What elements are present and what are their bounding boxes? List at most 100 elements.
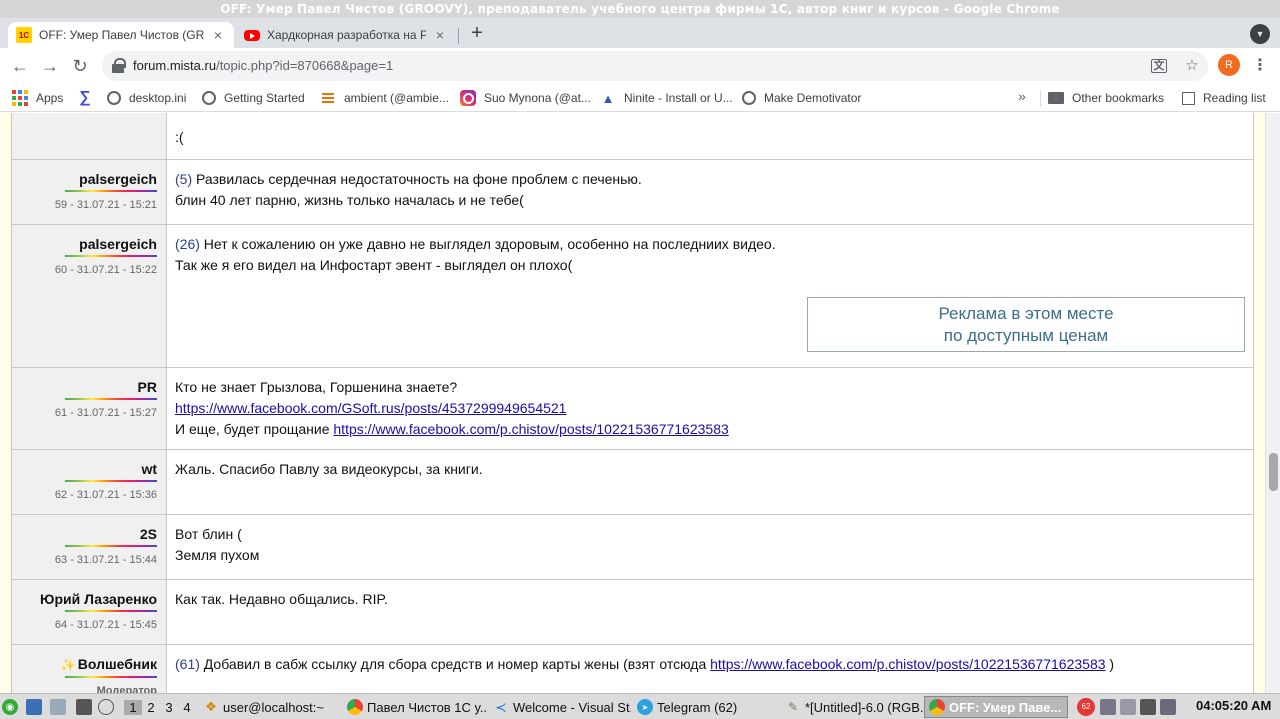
1c-icon: 1C [16, 27, 32, 43]
tab-forum[interactable]: 1C OFF: Умер Павел Чистов (GROOVY) × [8, 22, 234, 48]
menu-lines-icon [320, 90, 336, 106]
back-button[interactable]: ← [8, 54, 32, 78]
close-icon[interactable]: × [432, 27, 448, 43]
taskbar-window-vscode[interactable]: ≺ Welcome - Visual St... [488, 696, 632, 718]
bookmark-suo-mynona[interactable]: Suo Mynona (@at... [460, 88, 591, 108]
forward-button[interactable]: → [38, 54, 62, 78]
post-meta[interactable]: 62 - 31.07.21 - 15:36 [12, 489, 157, 501]
post-meta[interactable]: 64 - 31.07.21 - 15:45 [12, 619, 157, 631]
reload-button[interactable]: ↻ [68, 54, 92, 78]
url-text[interactable]: forum.mista.ru/topic.php?id=870668&page=… [133, 58, 393, 73]
taskbar-window-gimp[interactable]: ✎ *[Untitled]-6.0 (RGB... [780, 696, 924, 718]
post: wt 62 - 31.07.21 - 15:36 Жаль. Спасибо П… [12, 450, 1253, 515]
author-nick[interactable]: 2S [12, 524, 157, 544]
post-line: Нет к сожалению он уже давно не выглядел… [203, 236, 776, 252]
rank-bar [65, 480, 157, 482]
chevron-more-icon[interactable]: » [1018, 88, 1026, 104]
workspace-1[interactable]: 1 [124, 699, 142, 715]
facebook-link[interactable]: https://www.facebook.com/p.chistov/posts… [710, 656, 1105, 672]
ad-banner[interactable]: Реклама в этом месте по доступным ценам [807, 297, 1245, 352]
page-scrollbar[interactable] [1265, 113, 1280, 693]
tab-label: OFF: Умер Павел Чистов (GROOVY) [39, 28, 204, 42]
apps-grid-icon [12, 90, 28, 106]
lock-icon[interactable] [112, 58, 126, 74]
post-line: Добавил в сабж ссылку для сбора средств … [203, 656, 711, 672]
translate-icon[interactable]: 文 [1151, 59, 1167, 73]
start-menu-button[interactable]: ◉ [2, 696, 22, 718]
file-manager-button[interactable] [50, 696, 70, 718]
post-body: (26) Нет к сожалению он уже давно не выг… [167, 225, 1253, 367]
ad-line: по доступным ценам [943, 326, 1109, 345]
facebook-link[interactable]: https://www.facebook.com/p.chistov/posts… [333, 421, 728, 437]
sum-icon: ∑ [79, 89, 91, 106]
address-bar[interactable]: forum.mista.ru/topic.php?id=870668&page=… [102, 51, 1208, 81]
network-icon[interactable] [1100, 699, 1116, 715]
tab-label: Хардкорная разработка на PHP [267, 28, 426, 42]
kebab-menu-icon[interactable]: ⋮ [1252, 54, 1268, 78]
globe-icon [202, 91, 216, 105]
launcher-button[interactable] [98, 696, 118, 718]
author-nick[interactable]: palsergeich [12, 169, 157, 189]
rank-bar [65, 398, 157, 400]
post-line: блин 40 лет парню, жизнь только началась… [175, 192, 524, 208]
workspace-3[interactable]: 3 [160, 700, 178, 715]
volume-icon[interactable] [1140, 699, 1156, 715]
post-author: PR 61 - 31.07.21 - 15:27 [12, 368, 167, 449]
bookmark-ninite[interactable]: ▲ Ninite - Install or U... [600, 88, 733, 108]
other-bookmarks[interactable]: Other bookmarks [1048, 88, 1164, 108]
ad-line: Реклама в этом месте [938, 304, 1114, 323]
post-reference-link[interactable]: (5) [175, 171, 192, 187]
post-meta[interactable]: 63 - 31.07.21 - 15:44 [12, 554, 157, 566]
taskbar-window-chrome-active[interactable]: OFF: Умер Паве... [924, 696, 1068, 718]
taskbar-window-terminal[interactable]: ❖ user@localhost:~ [198, 696, 340, 718]
bookmark-apps[interactable]: Apps [12, 88, 63, 108]
post-meta[interactable]: 59 - 31.07.21 - 15:21 [12, 199, 157, 211]
post-meta[interactable]: 61 - 31.07.21 - 15:27 [12, 407, 157, 419]
star-icon[interactable]: ☆ [1182, 56, 1202, 76]
post-reference-link[interactable]: (61) [175, 656, 200, 672]
post-body: :( [167, 113, 1253, 159]
post-body: Жаль. Спасибо Павлу за видеокурсы, за кн… [167, 450, 1253, 514]
author-nick[interactable]: PR [12, 377, 157, 397]
reading-list-icon [1182, 91, 1195, 105]
post-line: Вот блин ( [175, 526, 242, 542]
post-author: Волшебник Модератор [12, 645, 167, 693]
author-nick[interactable]: palsergeich [12, 234, 157, 254]
workspace-4[interactable]: 4 [178, 700, 196, 715]
system-clock[interactable]: 04:05:20 AM [1196, 698, 1271, 713]
close-icon[interactable]: × [210, 27, 226, 43]
reading-list[interactable]: Reading list [1182, 88, 1266, 108]
keyboard-icon[interactable] [1160, 699, 1176, 715]
author-nick[interactable]: Юрий Лазаренко [12, 589, 157, 609]
post-meta[interactable]: 60 - 31.07.21 - 15:22 [12, 264, 157, 276]
author-nick[interactable]: Волшебник [12, 654, 157, 675]
post-body: (5) Развилась сердечная недостаточность … [167, 160, 1253, 224]
author-nick[interactable]: wt [12, 459, 157, 479]
facebook-link[interactable]: https://www.facebook.com/GSoft.rus/posts… [175, 400, 566, 416]
battery-icon[interactable] [1120, 699, 1136, 715]
show-desktop-button[interactable] [26, 696, 46, 718]
clock-app-icon [98, 699, 114, 715]
workspace-2[interactable]: 2 [142, 700, 160, 715]
tray-icons [1100, 696, 1180, 718]
author-role: Модератор [96, 685, 157, 693]
bookmark-make-demotivator[interactable]: Make Demotivator [742, 88, 861, 108]
rank-bar [65, 676, 157, 678]
tab-youtube[interactable]: Хардкорная разработка на PHP × [236, 22, 456, 48]
bookmark-desktop-ini[interactable]: desktop.ini [107, 88, 186, 108]
post-reference-link[interactable]: (26) [175, 236, 200, 252]
bookmark-sum[interactable]: ∑ [77, 88, 101, 108]
taskbar-window-chrome[interactable]: Павел Чистов 1С у... [342, 696, 488, 718]
profile-avatar[interactable]: R [1218, 54, 1240, 76]
new-tab-button[interactable]: + [466, 22, 488, 44]
window-title: OFF: Умер Павел Чистов (GROOVY), препода… [0, 0, 1280, 18]
tab-search-icon[interactable]: ▼ [1250, 24, 1270, 44]
bookmark-getting-started[interactable]: Getting Started [202, 88, 305, 108]
scrollbar-thumb[interactable] [1269, 453, 1278, 491]
telegram-tray-badge[interactable]: 62 [1077, 698, 1095, 716]
bookmark-ambient[interactable]: ambient (@ambie... [320, 88, 449, 108]
launcher-button[interactable] [76, 696, 96, 718]
workspace-switcher: 1 2 3 4 [124, 696, 196, 718]
taskbar-window-telegram[interactable]: ➤ Telegram (62) [632, 696, 780, 718]
bookmarks-bar: Apps ∑ desktop.ini Getting Started ambie… [0, 84, 1280, 112]
